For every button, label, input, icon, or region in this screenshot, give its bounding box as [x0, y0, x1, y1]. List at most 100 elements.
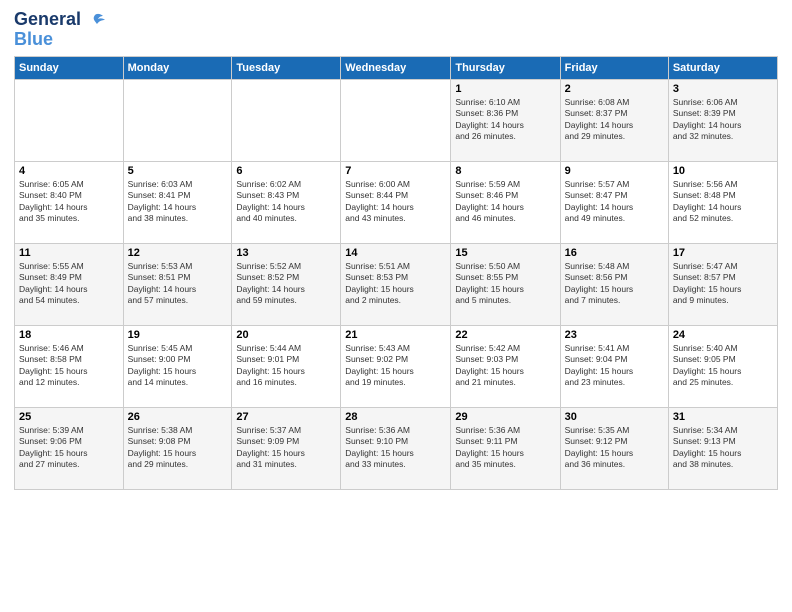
day-cell-28: 28 Sunrise: 5:36 AM Sunset: 9:10 PM Dayli… — [341, 407, 451, 489]
header-row: SundayMondayTuesdayWednesdayThursdayFrid… — [15, 56, 778, 79]
day-info: Sunrise: 5:50 AM Sunset: 8:55 PM Dayligh… — [455, 261, 555, 307]
day-info: Sunrise: 6:02 AM Sunset: 8:43 PM Dayligh… — [236, 179, 336, 225]
day-cell-12: 12 Sunrise: 5:53 AM Sunset: 8:51 PM Dayli… — [123, 243, 232, 325]
logo-bird-icon — [83, 13, 105, 33]
day-cell-13: 13 Sunrise: 5:52 AM Sunset: 8:52 PM Dayli… — [232, 243, 341, 325]
col-header-tuesday: Tuesday — [232, 56, 341, 79]
day-number: 17 — [673, 247, 773, 259]
day-cell-24: 24 Sunrise: 5:40 AM Sunset: 9:05 PM Dayli… — [668, 325, 777, 407]
day-info: Sunrise: 5:37 AM Sunset: 9:09 PM Dayligh… — [236, 425, 336, 471]
day-cell-10: 10 Sunrise: 5:56 AM Sunset: 8:48 PM Dayli… — [668, 161, 777, 243]
day-info: Sunrise: 6:05 AM Sunset: 8:40 PM Dayligh… — [19, 179, 119, 225]
week-row-1: 1 Sunrise: 6:10 AM Sunset: 8:36 PM Daylig… — [15, 79, 778, 161]
day-info: Sunrise: 5:43 AM Sunset: 9:02 PM Dayligh… — [345, 343, 446, 389]
day-cell-26: 26Sunrise: 5:38 AM Sunset: 9:08 PM Dayli… — [123, 407, 232, 489]
logo: General Blue — [14, 10, 105, 50]
day-number: 24 — [673, 329, 773, 341]
day-number: 10 — [673, 165, 773, 177]
day-cell-23: 23 Sunrise: 5:41 AM Sunset: 9:04 PM Dayli… — [560, 325, 668, 407]
day-cell-11: 11 Sunrise: 5:55 AM Sunset: 8:49 PM Dayli… — [15, 243, 124, 325]
day-cell-6: 6Sunrise: 6:02 AM Sunset: 8:43 PM Daylig… — [232, 161, 341, 243]
day-cell-22: 22 Sunrise: 5:42 AM Sunset: 9:03 PM Dayli… — [451, 325, 560, 407]
day-cell-8: 8Sunrise: 5:59 AM Sunset: 8:46 PM Daylig… — [451, 161, 560, 243]
logo-general: General — [14, 9, 81, 29]
day-number: 29 — [455, 411, 555, 423]
day-number: 13 — [236, 247, 336, 259]
week-row-5: 25 Sunrise: 5:39 AM Sunset: 9:06 PM Dayli… — [15, 407, 778, 489]
day-cell-18: 18Sunrise: 5:46 AM Sunset: 8:58 PM Dayli… — [15, 325, 124, 407]
day-number: 26 — [128, 411, 228, 423]
day-info: Sunrise: 5:52 AM Sunset: 8:52 PM Dayligh… — [236, 261, 336, 307]
day-number: 23 — [565, 329, 664, 341]
day-number: 27 — [236, 411, 336, 423]
day-cell-30: 30 Sunrise: 5:35 AM Sunset: 9:12 PM Dayli… — [560, 407, 668, 489]
day-number: 5 — [128, 165, 228, 177]
col-header-thursday: Thursday — [451, 56, 560, 79]
day-number: 31 — [673, 411, 773, 423]
day-cell-15: 15 Sunrise: 5:50 AM Sunset: 8:55 PM Dayli… — [451, 243, 560, 325]
day-number: 22 — [455, 329, 555, 341]
day-number: 21 — [345, 329, 446, 341]
day-info: Sunrise: 5:56 AM Sunset: 8:48 PM Dayligh… — [673, 179, 773, 225]
day-cell-3: 3Sunrise: 6:06 AM Sunset: 8:39 PM Daylig… — [668, 79, 777, 161]
page-container: General Blue SundayMondayTuesdayWednesda… — [0, 0, 792, 498]
day-number: 25 — [19, 411, 119, 423]
day-info: Sunrise: 5:59 AM Sunset: 8:46 PM Dayligh… — [455, 179, 555, 225]
day-cell-9: 9 Sunrise: 5:57 AM Sunset: 8:47 PM Daylig… — [560, 161, 668, 243]
col-header-monday: Monday — [123, 56, 232, 79]
day-info: Sunrise: 5:57 AM Sunset: 8:47 PM Dayligh… — [565, 179, 664, 225]
day-cell-empty — [123, 79, 232, 161]
day-info: Sunrise: 6:00 AM Sunset: 8:44 PM Dayligh… — [345, 179, 446, 225]
day-number: 28 — [345, 411, 446, 423]
day-info: Sunrise: 6:03 AM Sunset: 8:41 PM Dayligh… — [128, 179, 228, 225]
week-row-3: 11 Sunrise: 5:55 AM Sunset: 8:49 PM Dayli… — [15, 243, 778, 325]
day-number: 12 — [128, 247, 228, 259]
day-cell-empty — [341, 79, 451, 161]
day-number: 4 — [19, 165, 119, 177]
day-info: Sunrise: 5:45 AM Sunset: 9:00 PM Dayligh… — [128, 343, 228, 389]
day-cell-21: 21 Sunrise: 5:43 AM Sunset: 9:02 PM Dayli… — [341, 325, 451, 407]
day-info: Sunrise: 5:48 AM Sunset: 8:56 PM Dayligh… — [565, 261, 664, 307]
day-cell-4: 4 Sunrise: 6:05 AM Sunset: 8:40 PM Daylig… — [15, 161, 124, 243]
day-info: Sunrise: 5:41 AM Sunset: 9:04 PM Dayligh… — [565, 343, 664, 389]
day-number: 1 — [455, 83, 555, 95]
logo-text: General Blue — [14, 10, 81, 50]
day-info: Sunrise: 5:51 AM Sunset: 8:53 PM Dayligh… — [345, 261, 446, 307]
day-number: 18 — [19, 329, 119, 341]
day-number: 20 — [236, 329, 336, 341]
day-number: 14 — [345, 247, 446, 259]
week-row-4: 18Sunrise: 5:46 AM Sunset: 8:58 PM Dayli… — [15, 325, 778, 407]
col-header-wednesday: Wednesday — [341, 56, 451, 79]
day-cell-7: 7Sunrise: 6:00 AM Sunset: 8:44 PM Daylig… — [341, 161, 451, 243]
day-number: 30 — [565, 411, 664, 423]
header: General Blue — [14, 10, 778, 50]
day-info: Sunrise: 5:42 AM Sunset: 9:03 PM Dayligh… — [455, 343, 555, 389]
day-cell-2: 2Sunrise: 6:08 AM Sunset: 8:37 PM Daylig… — [560, 79, 668, 161]
day-info: Sunrise: 5:47 AM Sunset: 8:57 PM Dayligh… — [673, 261, 773, 307]
col-header-saturday: Saturday — [668, 56, 777, 79]
day-number: 15 — [455, 247, 555, 259]
day-number: 9 — [565, 165, 664, 177]
day-number: 2 — [565, 83, 664, 95]
day-info: Sunrise: 6:10 AM Sunset: 8:36 PM Dayligh… — [455, 97, 555, 143]
day-info: Sunrise: 5:53 AM Sunset: 8:51 PM Dayligh… — [128, 261, 228, 307]
day-cell-19: 19 Sunrise: 5:45 AM Sunset: 9:00 PM Dayli… — [123, 325, 232, 407]
day-info: Sunrise: 5:39 AM Sunset: 9:06 PM Dayligh… — [19, 425, 119, 471]
day-info: Sunrise: 5:55 AM Sunset: 8:49 PM Dayligh… — [19, 261, 119, 307]
day-cell-17: 17 Sunrise: 5:47 AM Sunset: 8:57 PM Dayli… — [668, 243, 777, 325]
calendar-table: SundayMondayTuesdayWednesdayThursdayFrid… — [14, 56, 778, 490]
day-cell-empty — [232, 79, 341, 161]
day-info: Sunrise: 6:06 AM Sunset: 8:39 PM Dayligh… — [673, 97, 773, 143]
day-info: Sunrise: 5:40 AM Sunset: 9:05 PM Dayligh… — [673, 343, 773, 389]
day-cell-27: 27 Sunrise: 5:37 AM Sunset: 9:09 PM Dayli… — [232, 407, 341, 489]
day-cell-empty — [15, 79, 124, 161]
day-info: Sunrise: 5:35 AM Sunset: 9:12 PM Dayligh… — [565, 425, 664, 471]
logo-blue: Blue — [14, 29, 53, 49]
day-number: 11 — [19, 247, 119, 259]
day-info: Sunrise: 5:36 AM Sunset: 9:10 PM Dayligh… — [345, 425, 446, 471]
week-row-2: 4 Sunrise: 6:05 AM Sunset: 8:40 PM Daylig… — [15, 161, 778, 243]
day-cell-29: 29Sunrise: 5:36 AM Sunset: 9:11 PM Dayli… — [451, 407, 560, 489]
day-number: 19 — [128, 329, 228, 341]
day-cell-1: 1 Sunrise: 6:10 AM Sunset: 8:36 PM Daylig… — [451, 79, 560, 161]
day-cell-25: 25 Sunrise: 5:39 AM Sunset: 9:06 PM Dayli… — [15, 407, 124, 489]
